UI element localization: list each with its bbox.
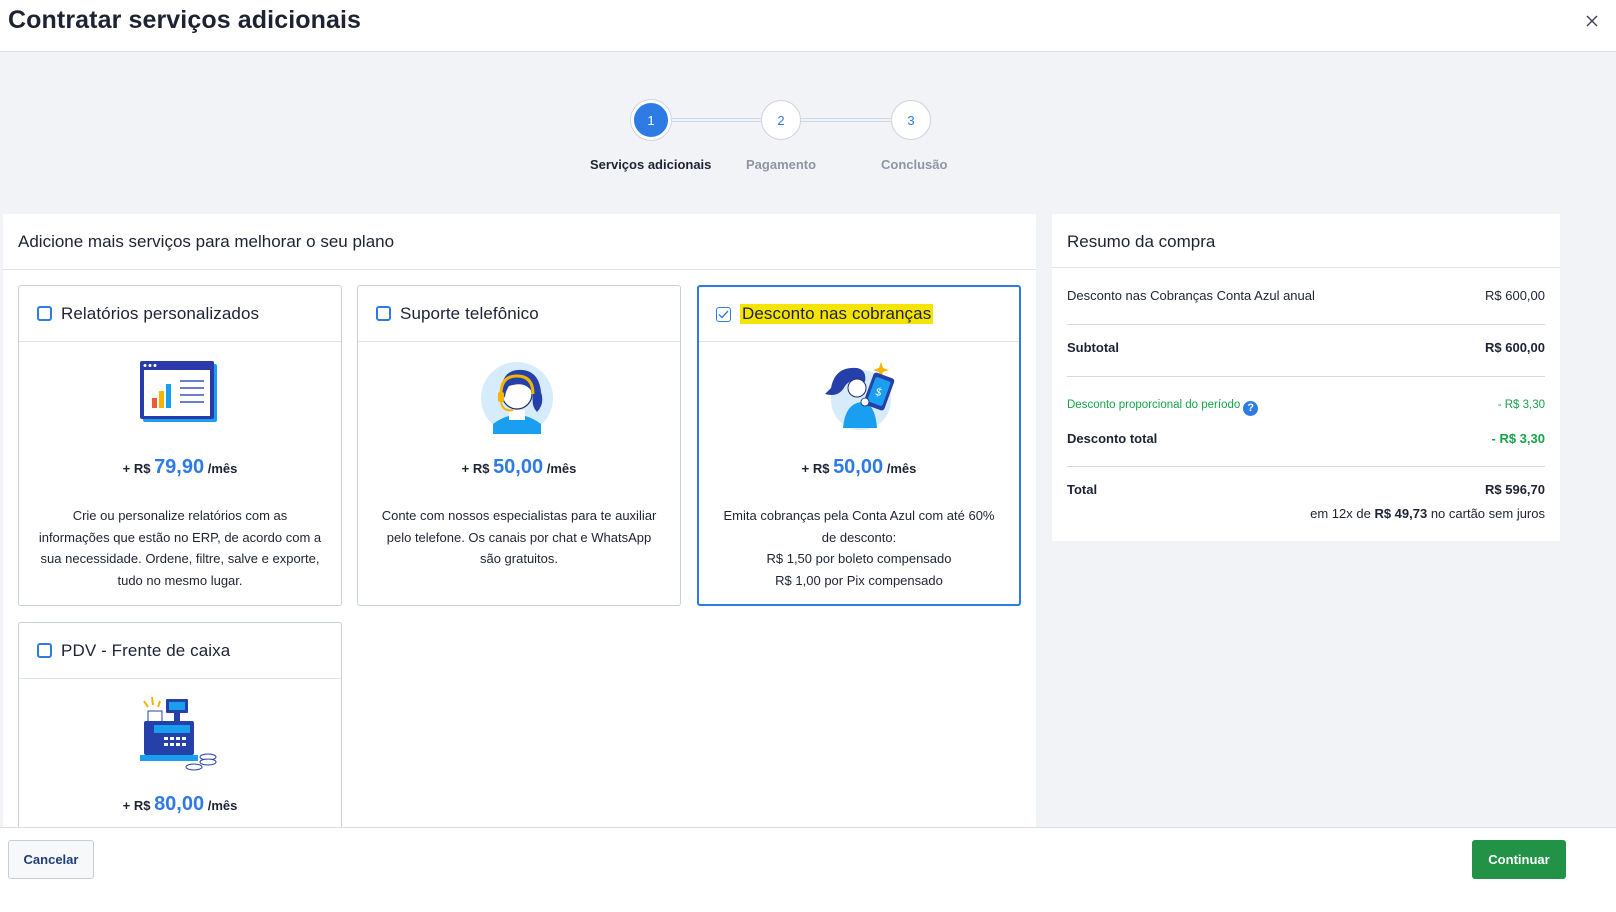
subtotal-row: Subtotal R$ 600,00: [1067, 340, 1545, 355]
service-card-pdv: PDV - Frente de caixa + R$ 80,00 /mês: [18, 622, 342, 828]
price-prefix: + R$: [122, 798, 151, 813]
step-1-label: Serviços adicionais: [590, 157, 712, 172]
description-line: R$ 1,50 por boleto compensado: [766, 551, 952, 566]
step-3-label: Conclusão: [881, 157, 948, 172]
item-value: R$ 600,00: [1485, 288, 1545, 303]
checkbox[interactable]: [37, 306, 52, 321]
total-row: Total R$ 596,70: [1067, 482, 1545, 497]
card-title: PDV - Frente de caixa: [61, 640, 231, 660]
step-3-indicator: 3: [891, 100, 931, 140]
cancel-button[interactable]: Cancelar: [8, 840, 94, 879]
modal-footer: Cancelar Continuar: [0, 827, 1616, 912]
summary-item-row: Desconto nas Cobranças Conta Azul anual …: [1067, 288, 1545, 303]
card-description: Conte com nossos especialistas para te a…: [381, 508, 657, 566]
step-connector: [798, 118, 904, 122]
description-line: Emita cobranças pela Conta Azul com até …: [723, 508, 995, 523]
service-toggle-suporte[interactable]: Suporte telefônico: [358, 286, 680, 342]
total-discount-label: Desconto total: [1067, 431, 1158, 446]
price-amount: 50,00: [833, 456, 884, 478]
summary-heading: Resumo da compra: [1052, 214, 1560, 268]
services-heading: Adicione mais serviços para melhorar o s…: [3, 214, 1036, 270]
service-toggle-relatorios[interactable]: Relatórios personalizados: [19, 286, 341, 342]
step-2-label: Pagamento: [746, 157, 817, 172]
report-chart-illustration: [19, 358, 341, 438]
price-suffix: /mês: [207, 798, 238, 813]
proportional-discount-label: Desconto proporcional do período: [1067, 399, 1241, 411]
price-prefix: + R$: [461, 461, 490, 476]
services-panel: Adicione mais serviços para melhorar o s…: [3, 214, 1036, 828]
purchase-summary: Resumo da compra Desconto nas Cobranças …: [1052, 214, 1560, 541]
check-icon: [718, 310, 729, 318]
checkbox-checked[interactable]: [716, 306, 731, 322]
total-discount-row: Desconto total - R$ 3,30: [1067, 431, 1545, 446]
modal-title: Contratar serviços adicionais: [8, 6, 362, 34]
price-suffix: /mês: [546, 461, 577, 476]
checkbox[interactable]: [37, 643, 52, 658]
price-suffix: /mês: [886, 461, 917, 476]
proportional-discount-value: - R$ 3,30: [1497, 399, 1545, 411]
woman-with-bill-illustration: $: [699, 358, 1019, 438]
divider: [1067, 466, 1545, 467]
divider: [1067, 376, 1545, 377]
checkbox[interactable]: [376, 306, 391, 321]
description-line: R$ 1,00 por Pix compensado: [775, 572, 943, 588]
price: + R$ 50,00 /mês: [699, 456, 1019, 479]
continue-button[interactable]: Continuar: [1472, 840, 1566, 879]
card-description: Crie ou personalize relatórios com as in…: [38, 508, 322, 588]
subtotal-value: R$ 600,00: [1485, 340, 1545, 355]
card-title: Desconto nas cobranças: [740, 304, 934, 324]
installments-prefix: em 12x de: [1310, 506, 1371, 521]
service-card-suporte: Suporte telefônico + R$ 50,00 /mês Conte…: [357, 285, 681, 606]
service-toggle-desconto[interactable]: Desconto nas cobranças: [699, 287, 1019, 342]
proportional-discount-row: Desconto proporcional do período? - R$ 3…: [1067, 399, 1545, 416]
installments-row: em 12x de R$ 49,73 no cartão sem juros: [1067, 506, 1545, 521]
step-2-indicator: 2: [761, 100, 801, 140]
installments-value: R$ 49,73: [1374, 506, 1428, 521]
price-prefix: + R$: [801, 461, 830, 476]
price-prefix: + R$: [122, 461, 151, 476]
installments-suffix: no cartão sem juros: [1430, 506, 1545, 521]
description-line: de desconto:: [821, 529, 897, 545]
price-amount: 50,00: [493, 456, 544, 478]
price: + R$ 50,00 /mês: [358, 456, 680, 479]
card-title: Relatórios personalizados: [61, 303, 260, 323]
cash-register-illustration: [19, 695, 341, 775]
total-value: R$ 596,70: [1485, 482, 1545, 497]
price: + R$ 79,90 /mês: [19, 456, 341, 479]
subtotal-label: Subtotal: [1067, 340, 1119, 355]
card-title: Suporte telefônico: [400, 303, 539, 323]
modal-header: Contratar serviços adicionais: [0, 0, 1616, 52]
divider: [1067, 324, 1545, 325]
price-suffix: /mês: [207, 461, 238, 476]
close-icon[interactable]: [1582, 11, 1602, 31]
step-1-indicator: 1: [631, 100, 671, 140]
headset-agent-illustration: [358, 358, 680, 438]
service-card-relatorios: Relatórios personalizados + R$ 79,90 /mê…: [18, 285, 342, 606]
help-icon[interactable]: ?: [1243, 401, 1259, 416]
price-amount: 80,00: [154, 793, 205, 815]
progress-stepper: 1 2 3 Serviços adicionais Pagamento Conc…: [590, 98, 970, 188]
service-card-desconto: Desconto nas cobranças $ + R$ 50,00 /mês: [697, 285, 1021, 606]
item-label: Desconto nas Cobranças Conta Azul anual: [1067, 288, 1315, 303]
total-discount-value: - R$ 3,30: [1491, 431, 1545, 446]
total-label: Total: [1067, 482, 1098, 497]
price-amount: 79,90: [154, 456, 205, 478]
service-toggle-pdv[interactable]: PDV - Frente de caixa: [19, 623, 341, 679]
card-description: Emita cobranças pela Conta Azul com até …: [717, 505, 1001, 591]
price: + R$ 80,00 /mês: [19, 793, 341, 816]
